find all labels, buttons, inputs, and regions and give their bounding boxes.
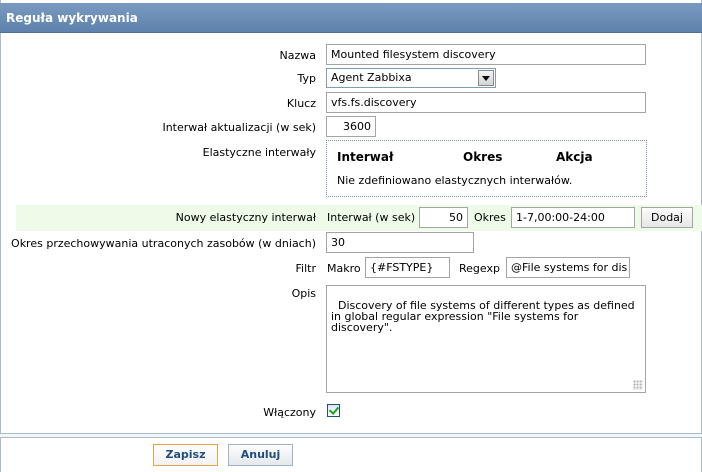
new-flex-interval-label: Interwał (w sek)	[327, 211, 416, 224]
footer-separator	[0, 433, 702, 438]
key-input[interactable]: vfs.fs.discovery	[326, 92, 646, 113]
regexp-label: Regexp	[459, 262, 500, 275]
macro-label: Makro	[327, 262, 361, 275]
lifetime-input[interactable]: 30	[326, 232, 474, 253]
flex-header-period: Okres	[463, 150, 503, 164]
form-title: Reguła wykrywania	[0, 3, 702, 33]
interval-input[interactable]: 3600	[326, 116, 376, 137]
description-text: Discovery of file systems of different t…	[331, 299, 635, 334]
name-label: Nazwa	[279, 49, 316, 62]
description-label: Opis	[291, 287, 316, 300]
resize-grip-icon[interactable]	[633, 380, 643, 390]
dropdown-arrow-icon[interactable]	[478, 70, 494, 86]
regexp-input[interactable]: @File systems for dis	[506, 257, 630, 278]
new-flex-label: Nowy elastyczny interwał	[175, 211, 316, 224]
type-select-value: Agent Zabbixa	[331, 71, 412, 84]
new-flex-period-input[interactable]: 1-7,00:00-24:00	[511, 207, 635, 228]
flex-header-interval: Interwał	[337, 150, 394, 164]
save-button[interactable]: Zapisz	[153, 444, 218, 466]
description-textarea[interactable]: Discovery of file systems of different t…	[326, 285, 646, 393]
filter-label: Filtr	[295, 262, 316, 275]
lifetime-label: Okres przechowywania utraconych zasobów …	[11, 237, 316, 250]
enabled-label: Włączony	[263, 406, 316, 419]
flex-interval-table: Interwał Okres Akcja Nie zdefiniowano el…	[326, 140, 647, 197]
new-flex-period-label: Okres	[474, 211, 506, 224]
flex-label: Elastyczne interwały	[202, 146, 316, 159]
type-label: Typ	[297, 72, 317, 85]
cancel-button[interactable]: Anuluj	[228, 444, 293, 466]
flex-header-action: Akcja	[556, 150, 593, 164]
key-label: Klucz	[286, 97, 316, 110]
enabled-checkbox[interactable]	[327, 404, 340, 417]
type-select[interactable]: Agent Zabbixa	[326, 68, 496, 88]
macro-input[interactable]: {#FSTYPE}	[365, 257, 450, 278]
name-input[interactable]: Mounted filesystem discovery	[326, 44, 646, 65]
add-flex-button[interactable]: Dodaj	[641, 207, 693, 228]
new-flex-interval-input[interactable]: 50	[419, 207, 468, 228]
interval-label: Interwał aktualizacji (w sek)	[162, 121, 316, 134]
flex-empty-message: Nie zdefiniowano elastycznych interwałów…	[337, 174, 573, 187]
